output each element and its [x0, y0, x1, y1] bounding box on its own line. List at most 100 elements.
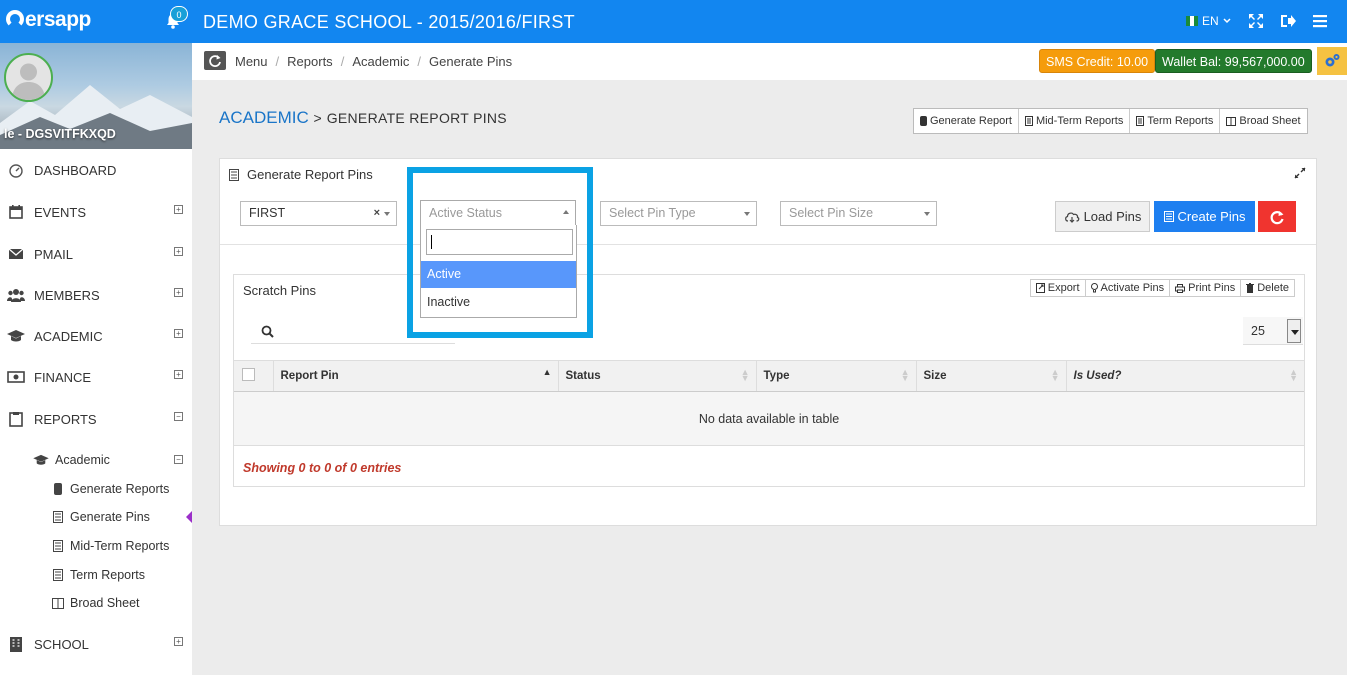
- chevron-down-icon[interactable]: [1287, 319, 1301, 343]
- list-icon: [1024, 116, 1033, 126]
- page-title-separator: >: [313, 110, 322, 126]
- list-icon: [229, 168, 239, 181]
- reset-button[interactable]: [1258, 201, 1296, 232]
- column-is-used[interactable]: Is Used? ▲ ▼: [1066, 360, 1304, 392]
- sidebar-item-dashboard[interactable]: DASHBOARD: [0, 155, 192, 185]
- term-reports-button[interactable]: Term Reports: [1130, 109, 1221, 133]
- expand-icon[interactable]: +: [174, 247, 183, 256]
- expand-icon[interactable]: [1294, 167, 1306, 179]
- pin-size-select[interactable]: Select Pin Size: [780, 201, 937, 226]
- collapse-icon[interactable]: −: [174, 455, 183, 464]
- sidebar-item-finance[interactable]: FINANCE +: [0, 362, 192, 392]
- print-pins-button[interactable]: Print Pins: [1170, 280, 1242, 296]
- mid-term-reports-button[interactable]: Mid-Term Reports: [1019, 109, 1131, 133]
- expand-icon[interactable]: +: [174, 329, 183, 338]
- create-pins-button[interactable]: Create Pins: [1154, 201, 1255, 232]
- expand-icon[interactable]: +: [174, 288, 183, 297]
- trash-icon: [1246, 283, 1255, 293]
- export-button[interactable]: Export: [1031, 280, 1086, 296]
- sidebar-item-academic[interactable]: ACADEMIC +: [0, 321, 192, 351]
- chevron-down-icon: [924, 212, 930, 216]
- status-dropdown-list: Active Inactive: [420, 225, 577, 318]
- refresh-icon: [209, 54, 221, 67]
- dropdown-option-active[interactable]: Active: [421, 261, 576, 288]
- table-toolbar: Export Activate Pins Print Pins Delete: [1029, 279, 1295, 297]
- term-select[interactable]: FIRST ×: [240, 201, 397, 226]
- sidebar-subitem-term-reports[interactable]: Term Reports: [0, 563, 192, 587]
- sidebar-item-label: REPORTS: [34, 411, 97, 427]
- user-silhouette-icon: [12, 63, 45, 100]
- column-size[interactable]: Size ▲ ▼: [916, 360, 1067, 392]
- notification-badge: 0: [170, 6, 188, 22]
- building-icon: [7, 636, 25, 652]
- breadcrumb-menu[interactable]: Menu: [235, 54, 268, 69]
- sidebar-submenu-academic[interactable]: Academic −: [0, 448, 192, 472]
- language-selector[interactable]: EN: [1186, 14, 1231, 28]
- profile-name: le - DGSVITFKXQD: [4, 127, 116, 141]
- expand-icon[interactable]: +: [174, 637, 183, 646]
- sidebar-item-events[interactable]: EVENTS +: [0, 197, 192, 227]
- panel-title: Generate Report Pins: [229, 167, 373, 182]
- refresh-button[interactable]: [204, 51, 226, 70]
- sidebar: le - DGSVITFKXQD DASHBOARD EVENTS + PMAI…: [0, 43, 192, 675]
- clear-icon[interactable]: ×: [374, 202, 380, 225]
- column-type[interactable]: Type ▲ ▼: [756, 360, 917, 392]
- app-logo[interactable]: ersapp: [6, 8, 91, 32]
- delete-button[interactable]: Delete: [1241, 280, 1294, 296]
- sidebar-subitem-mid-term-reports[interactable]: Mid-Term Reports: [0, 534, 192, 558]
- avatar[interactable]: [4, 53, 53, 102]
- table-row: No data available in table: [234, 391, 1304, 446]
- expand-icon[interactable]: +: [174, 370, 183, 379]
- sidebar-item-pmail[interactable]: PMAIL +: [0, 239, 192, 269]
- select-all-checkbox[interactable]: [242, 368, 255, 381]
- sidebar-item-label: EVENTS: [34, 204, 87, 220]
- collapse-icon[interactable]: −: [174, 412, 183, 421]
- breadcrumb-academic[interactable]: Academic: [352, 54, 409, 69]
- expand-icon[interactable]: +: [174, 205, 183, 214]
- money-icon: [7, 369, 25, 385]
- print-icon: [1175, 283, 1186, 293]
- settings-button[interactable]: [1317, 47, 1347, 75]
- sidebar-subitem-label: Generate Reports: [70, 482, 170, 496]
- select-all-header: [234, 360, 274, 392]
- sidebar-subitem-generate-reports[interactable]: Generate Reports: [0, 477, 192, 501]
- breadcrumb-reports[interactable]: Reports: [287, 54, 333, 69]
- sidebar-subitem-generate-pins[interactable]: Generate Pins: [0, 505, 192, 529]
- generate-pins-panel: Generate Report Pins FIRST × Select Pin …: [219, 158, 1317, 526]
- table-header-row: Report Pin ▲ Status ▲ ▼ Type ▲ ▼ Size ▲ ▼ Is Us…: [234, 360, 1304, 392]
- sidebar-item-members[interactable]: MEMBERS +: [0, 280, 192, 310]
- dashboard-icon: [7, 162, 25, 178]
- column-report-pin[interactable]: Report Pin ▲: [273, 360, 559, 392]
- clipboard-icon: [7, 411, 25, 427]
- load-pins-button[interactable]: Load Pins: [1055, 201, 1150, 232]
- active-status-select[interactable]: Active Status: [420, 200, 576, 225]
- page-length-select[interactable]: 25: [1243, 317, 1303, 345]
- breadcrumb-bar: Menu / Reports / Academic / Generate Pins S…: [192, 43, 1347, 80]
- activate-pins-button[interactable]: Activate Pins: [1086, 280, 1171, 296]
- dropdown-search-input[interactable]: [426, 229, 573, 255]
- broad-sheet-button[interactable]: Broad Sheet: [1220, 109, 1306, 133]
- fullscreen-icon[interactable]: [1247, 12, 1265, 30]
- generate-report-button[interactable]: Generate Report: [914, 109, 1019, 133]
- sort-icon: ▲ ▼: [1050, 367, 1060, 383]
- pin-type-select[interactable]: Select Pin Type: [600, 201, 757, 226]
- refresh-icon: [1270, 210, 1284, 224]
- column-status[interactable]: Status ▲ ▼: [558, 360, 757, 392]
- sidebar-item-label: FINANCE: [34, 369, 92, 385]
- hamburger-menu-icon[interactable]: [1311, 12, 1329, 30]
- scratch-pins-box: Scratch Pins Export Activate Pins Print …: [233, 274, 1305, 487]
- logout-icon[interactable]: [1279, 12, 1297, 30]
- sidebar-item-school[interactable]: SCHOOL +: [0, 629, 192, 659]
- scratch-pins-title: Scratch Pins: [243, 283, 316, 298]
- graduation-cap-icon: [33, 454, 49, 466]
- sms-credit-badge[interactable]: SMS Credit: 10.00: [1039, 49, 1156, 73]
- chevron-down-icon: [1223, 18, 1231, 24]
- wallet-balance-badge[interactable]: Wallet Bal: 99,567,000.00: [1155, 49, 1312, 73]
- chevron-up-icon: [563, 210, 569, 214]
- envelope-icon: [7, 246, 25, 262]
- graduation-cap-icon: [7, 328, 25, 344]
- dropdown-option-inactive[interactable]: Inactive: [421, 289, 576, 316]
- sidebar-item-reports[interactable]: REPORTS −: [0, 404, 192, 434]
- sidebar-subitem-broad-sheet[interactable]: Broad Sheet: [0, 591, 192, 615]
- lightbulb-icon: [1090, 283, 1098, 293]
